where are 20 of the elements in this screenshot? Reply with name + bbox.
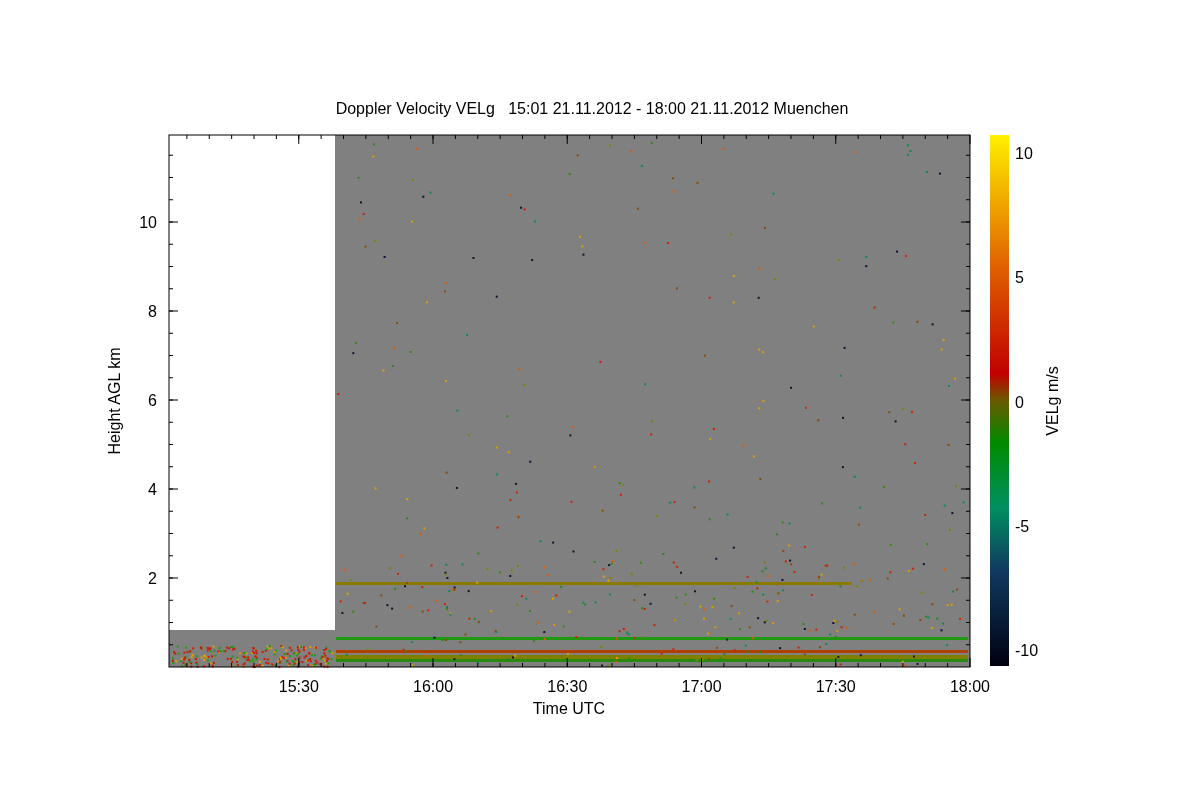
y-tick-label: 2 [148, 570, 157, 587]
y-tick-label: 8 [148, 303, 157, 320]
colorbar-title: VELg m/s [1044, 366, 1061, 436]
x-tick-label: 18:00 [950, 678, 990, 695]
x-tick-label: 16:30 [547, 678, 588, 695]
colorbar-tick-label: 5 [1015, 269, 1024, 287]
colorbar-tick-label: -5 [1015, 517, 1030, 535]
y-tick-label: 10 [139, 214, 157, 231]
x-tick-label: 17:00 [681, 678, 722, 695]
y-axis-title: Height AGL km [106, 347, 123, 455]
x-tick-label: 16:00 [413, 678, 454, 695]
colorbar-tick-label: -10 [1015, 642, 1039, 659]
x-tick-label: 17:30 [815, 678, 856, 695]
y-tick-label: 4 [148, 481, 157, 498]
chart-title: Doppler Velocity VELg 15:01 21.11.2012 - 18:00 21.11.2012 Muenchen [335, 100, 849, 117]
colorbar-tick-label: 0 [1015, 393, 1024, 411]
colorbar-tick-label: 10 [1015, 145, 1033, 162]
x-tick-label: 15:30 [278, 678, 319, 695]
x-axis-title: Time UTC [532, 700, 606, 717]
y-tick-label: 6 [148, 392, 157, 409]
